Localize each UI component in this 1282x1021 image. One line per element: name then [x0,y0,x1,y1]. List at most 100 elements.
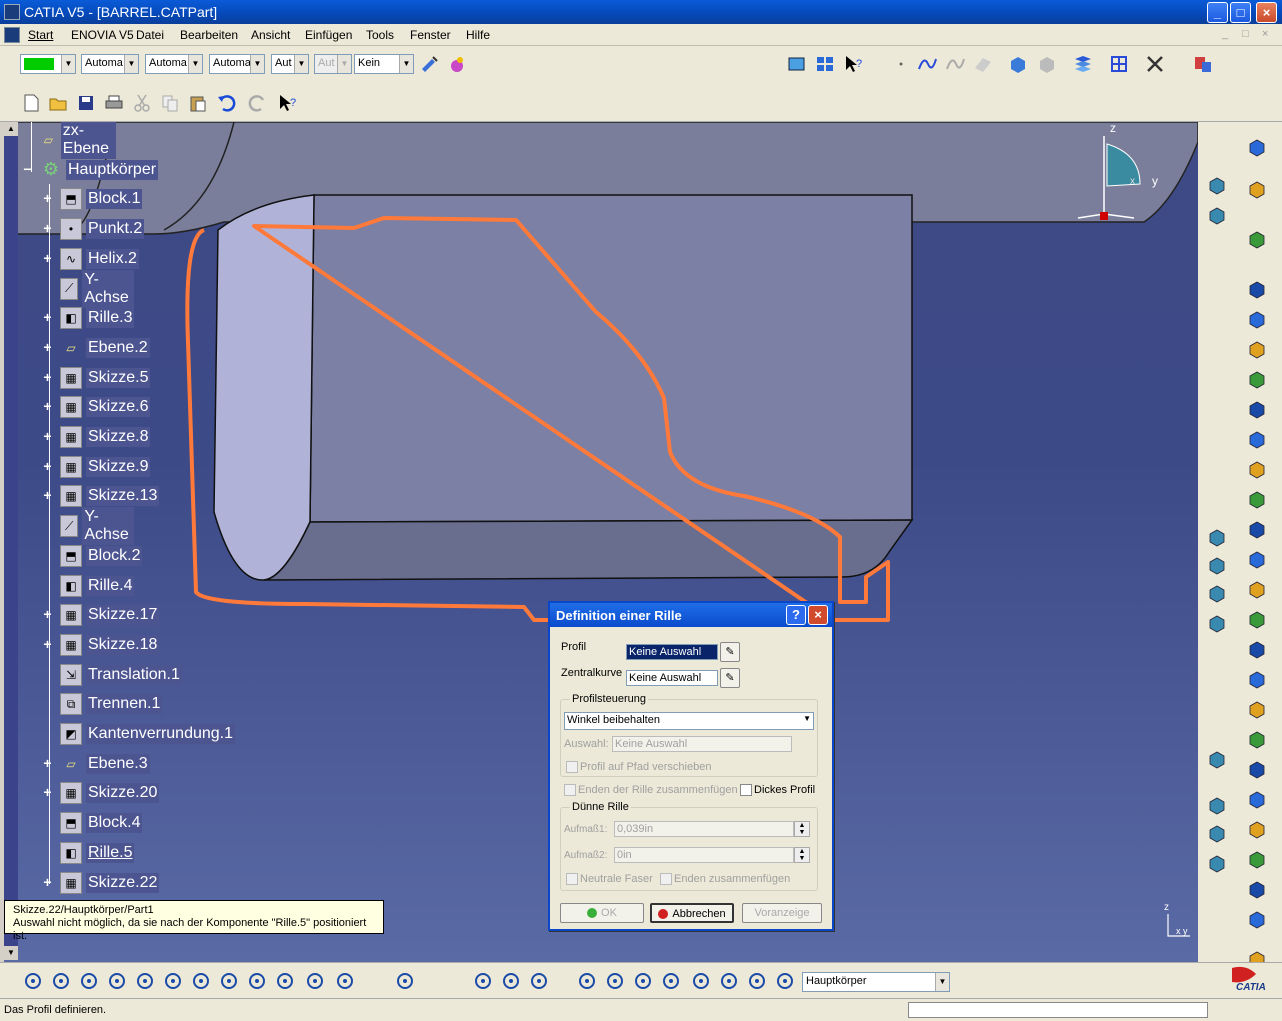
scan-icon[interactable] [718,970,740,992]
save-icon[interactable] [75,92,97,114]
voranzeige-button[interactable]: Voranzeige [742,903,822,923]
redo-icon[interactable] [247,92,269,114]
enden-rille-checkbox[interactable] [564,784,576,796]
chamfer-icon[interactable] [1246,548,1268,570]
dickes-profil-checkbox[interactable] [740,784,752,796]
zentralkurve-sketch-button[interactable]: ✎ [720,668,740,688]
tree-node[interactable]: ▱ zx-Ebene [40,122,117,159]
menu-hilfe[interactable]: Hilfe [466,28,490,42]
curve-icon[interactable] [916,53,938,75]
tree-node[interactable]: ▦ Skizze.13 [60,484,160,508]
solid-disabled-icon[interactable] [1036,53,1058,75]
shell-icon[interactable] [1246,608,1268,630]
aufmass1-field[interactable]: 0,039in [614,821,794,837]
tree-node[interactable]: ◩ Kantenverrundung.1 [60,722,235,746]
undo-icon[interactable] [215,92,237,114]
minimize-button[interactable]: _ [1207,2,1228,23]
scroll-up-icon[interactable]: ▲ [4,122,18,136]
tree-node[interactable]: ◧ Rille.3 [60,306,135,330]
translate-icon[interactable] [1246,728,1268,750]
cube-left-icon[interactable] [1206,612,1228,634]
new-file-icon[interactable] [20,92,42,114]
rendering-combo[interactable]: Aut ▼ [314,54,352,74]
menu-start[interactable]: Start [28,28,53,42]
expand-toggle-icon[interactable]: + [42,191,53,205]
menu-bearbeiten[interactable]: Bearbeiten [180,28,238,42]
ok-button[interactable]: OK [560,903,644,923]
plane-left-icon[interactable] [1206,852,1228,874]
line-left-icon[interactable] [1206,822,1228,844]
tree-node[interactable]: ⟋ Y-Achse [60,269,135,308]
aufmass1-spinner[interactable]: ▲ ▼ [794,821,810,837]
stiffener-icon[interactable] [1246,458,1268,480]
expand-toggle-icon[interactable]: − [22,162,33,176]
expand-toggle-icon[interactable]: + [42,429,53,443]
tree-node[interactable]: ▦ Skizze.8 [60,425,151,449]
shaft-icon[interactable] [1246,308,1268,330]
workbench-icon[interactable] [814,53,836,75]
menu-enovia[interactable]: ENOVIA V5 [71,28,134,42]
tree-scrollbar[interactable]: ▲ ▼ [4,122,18,960]
menu-fenster[interactable]: Fenster [410,28,451,42]
multi-view-icon[interactable] [218,970,240,992]
close-button[interactable]: × [1256,2,1277,23]
profilsteuerung-select[interactable]: Winkel beibehalten ▼ [564,712,814,730]
tree-node[interactable]: ⬒ Block.4 [60,811,143,835]
color-combo[interactable]: ▼ [20,54,76,74]
expand-toggle-icon[interactable]: + [42,340,53,354]
split-tool-icon[interactable] [1246,698,1268,720]
mirror-icon[interactable] [1246,758,1268,780]
copy-icon[interactable] [159,92,181,114]
help-pointer-icon[interactable]: ? [277,92,299,114]
eraser-icon[interactable] [1206,582,1228,604]
list-icon[interactable] [746,970,768,992]
expand-toggle-icon[interactable]: + [42,785,53,799]
pad-tool-icon[interactable] [1246,228,1268,250]
tree-node[interactable]: ⟋ Y-Achse [60,507,135,546]
fly-icon[interactable] [22,970,44,992]
mdi-close-icon[interactable]: × [1262,28,1268,40]
tree-node[interactable]: ▦ Skizze.5 [60,366,151,390]
tree-node[interactable]: ▦ Skizze.20 [60,781,160,805]
abbrechen-button[interactable]: Abbrechen [650,903,734,923]
hole-icon[interactable] [1246,368,1268,390]
dimension-icon[interactable] [660,970,682,992]
tree-node[interactable]: ▦ Skizze.18 [60,633,160,657]
draft-icon[interactable] [1246,578,1268,600]
curve-disabled-icon[interactable] [944,53,966,75]
properties-wand-icon[interactable] [446,53,468,75]
expand-toggle-icon[interactable]: + [42,399,53,413]
tree-node[interactable]: ▦ Skizze.22 [60,871,160,895]
menu-einfuegen[interactable]: Einfügen [305,28,352,42]
zoom-in-icon[interactable] [134,970,156,992]
expand-toggle-icon[interactable]: + [42,221,53,235]
render-style-icon[interactable] [274,970,296,992]
paintbrush-icon[interactable] [418,53,440,75]
expand-toggle-icon[interactable]: + [42,488,53,502]
expand-toggle-icon[interactable]: + [42,370,53,384]
aufmass2-field[interactable]: 0in [614,847,794,863]
tree-disabled-icon[interactable] [1206,174,1228,196]
solid-blue-icon[interactable] [1007,53,1029,75]
rotate-icon[interactable] [106,970,128,992]
tree-icon[interactable] [1072,53,1094,75]
auswahl-field[interactable]: Keine Auswahl [612,736,792,752]
profil-sketch-button[interactable]: ✎ [720,642,740,662]
expand-toggle-icon[interactable]: + [42,251,53,265]
tree-node[interactable]: ▦ Skizze.17 [60,603,160,627]
menu-tools[interactable]: Tools [366,28,394,42]
update-icon[interactable] [576,970,598,992]
enden-zus-checkbox[interactable] [660,873,672,885]
sketcher-icon[interactable] [786,53,808,75]
tree-node[interactable]: • Punkt.2 [60,217,145,241]
neutrale-faser-checkbox[interactable] [566,873,578,885]
fit-all-icon[interactable] [50,970,72,992]
line-tool-icon[interactable] [1246,848,1268,870]
plane-tool-icon[interactable] [1246,878,1268,900]
expand-toggle-icon[interactable]: + [42,459,53,473]
expand-toggle-icon[interactable]: + [42,875,53,889]
tree-node[interactable]: ⬒ Block.2 [60,544,143,568]
parameter-icon[interactable] [774,970,796,992]
pocket-icon[interactable] [1246,278,1268,300]
profil-field[interactable]: Keine Auswahl [626,644,718,660]
